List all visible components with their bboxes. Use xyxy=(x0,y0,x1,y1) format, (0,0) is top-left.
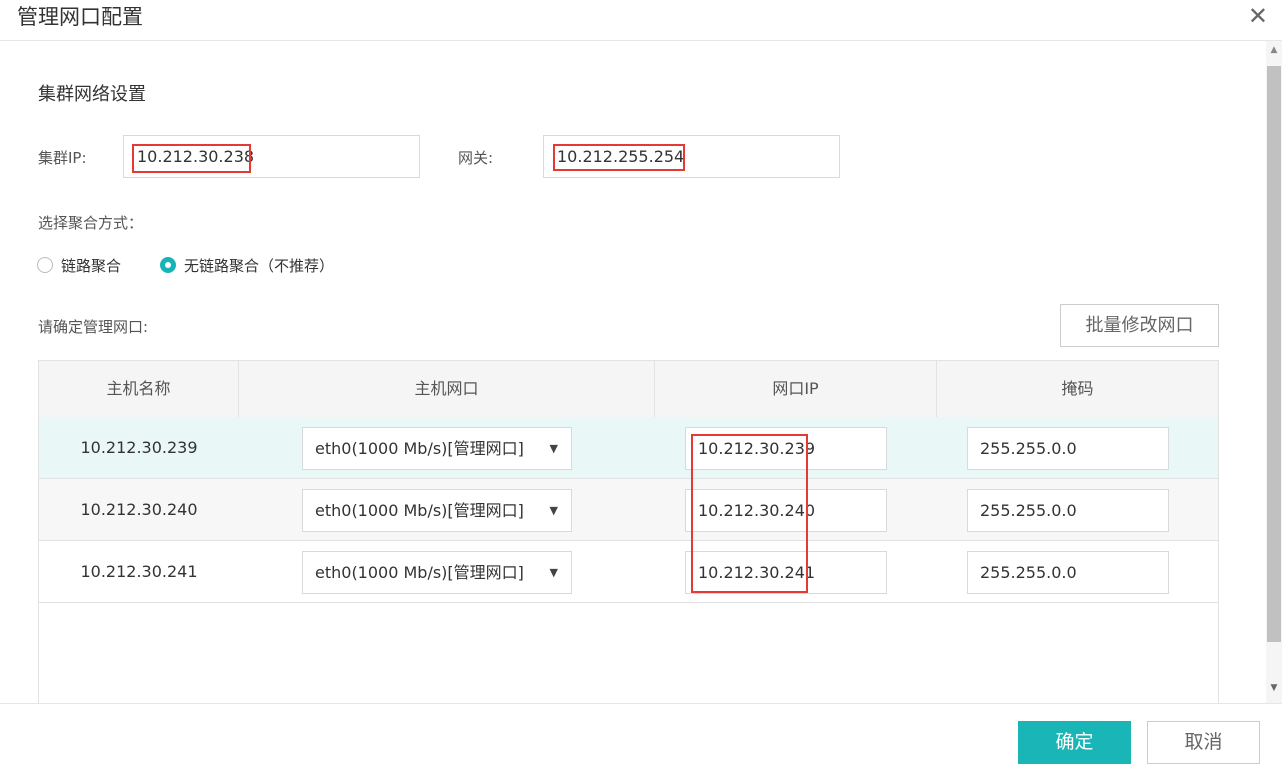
nic-select[interactable]: eth0(1000 Mb/s)[管理网口] ▼ xyxy=(302,427,572,470)
confirm-button[interactable]: 确定 xyxy=(1018,721,1131,764)
nic-ip-input[interactable] xyxy=(685,551,887,594)
mask-input[interactable] xyxy=(967,427,1169,470)
radio-label: 链路聚合 xyxy=(61,256,122,275)
nic-ip-input[interactable] xyxy=(685,489,887,532)
radio-label: 无链路聚合（不推荐） xyxy=(184,256,335,275)
table-header: 主机名称 主机网口 网口IP 掩码 xyxy=(39,361,1218,418)
cancel-button[interactable]: 取消 xyxy=(1147,721,1260,764)
cluster-ip-input[interactable] xyxy=(123,135,420,178)
dialog-header: 管理网口配置 ✕ xyxy=(0,0,1282,41)
table-row[interactable]: 10.212.30.241 eth0(1000 Mb/s)[管理网口] ▼ xyxy=(39,541,1218,603)
column-header: 主机名称 xyxy=(39,361,239,417)
gateway-input[interactable] xyxy=(543,135,840,178)
gateway-label: 网关: xyxy=(458,149,494,167)
aggregation-label: 选择聚合方式： xyxy=(38,214,144,232)
mask-input[interactable] xyxy=(967,551,1169,594)
host-name-cell: 10.212.30.240 xyxy=(80,500,198,519)
radio-button[interactable] xyxy=(37,257,53,273)
caret-down-icon: ▼ xyxy=(549,504,558,517)
mask-input[interactable] xyxy=(967,489,1169,532)
batch-modify-button[interactable]: 批量修改网口 xyxy=(1060,304,1219,347)
table-row[interactable]: 10.212.30.239 eth0(1000 Mb/s)[管理网口] ▼ xyxy=(39,417,1218,479)
nic-select[interactable]: eth0(1000 Mb/s)[管理网口] ▼ xyxy=(302,551,572,594)
column-header: 掩码 xyxy=(1061,379,1094,398)
host-name-cell: 10.212.30.241 xyxy=(80,562,198,581)
cluster-ip-label: 集群IP: xyxy=(38,149,87,167)
radio-no-link-aggregation[interactable]: 无链路聚合（不推荐） xyxy=(160,254,334,276)
column-header: 网口IP xyxy=(655,361,937,417)
nic-ip-input[interactable] xyxy=(685,427,887,470)
section-title: 集群网络设置 xyxy=(38,84,146,105)
scroll-down-icon[interactable]: ▼ xyxy=(1266,682,1282,694)
table-row[interactable]: 10.212.30.240 eth0(1000 Mb/s)[管理网口] ▼ xyxy=(39,479,1218,541)
nic-select-value: eth0(1000 Mb/s)[管理网口] xyxy=(315,563,524,582)
caret-down-icon: ▼ xyxy=(549,566,558,579)
scroll-up-icon[interactable]: ▲ xyxy=(1266,44,1282,56)
radio-button-checked[interactable] xyxy=(160,257,176,273)
column-header: 主机网口 xyxy=(239,361,655,417)
caret-down-icon: ▼ xyxy=(549,442,558,455)
close-icon[interactable]: ✕ xyxy=(1248,2,1268,30)
nic-select-value: eth0(1000 Mb/s)[管理网口] xyxy=(315,439,524,458)
host-name-cell: 10.212.30.239 xyxy=(80,438,198,457)
nic-select[interactable]: eth0(1000 Mb/s)[管理网口] ▼ xyxy=(302,489,572,532)
scrollbar-thumb[interactable] xyxy=(1267,66,1281,642)
dialog-footer: 确定 取消 xyxy=(0,703,1282,765)
nic-table: 主机名称 主机网口 网口IP 掩码 10.212.30.239 eth0(100… xyxy=(38,360,1219,703)
radio-link-aggregation[interactable]: 链路聚合 xyxy=(37,254,121,276)
nic-section-label: 请确定管理网口: xyxy=(38,318,149,336)
dialog-title: 管理网口配置 xyxy=(17,5,143,29)
nic-select-value: eth0(1000 Mb/s)[管理网口] xyxy=(315,501,524,520)
